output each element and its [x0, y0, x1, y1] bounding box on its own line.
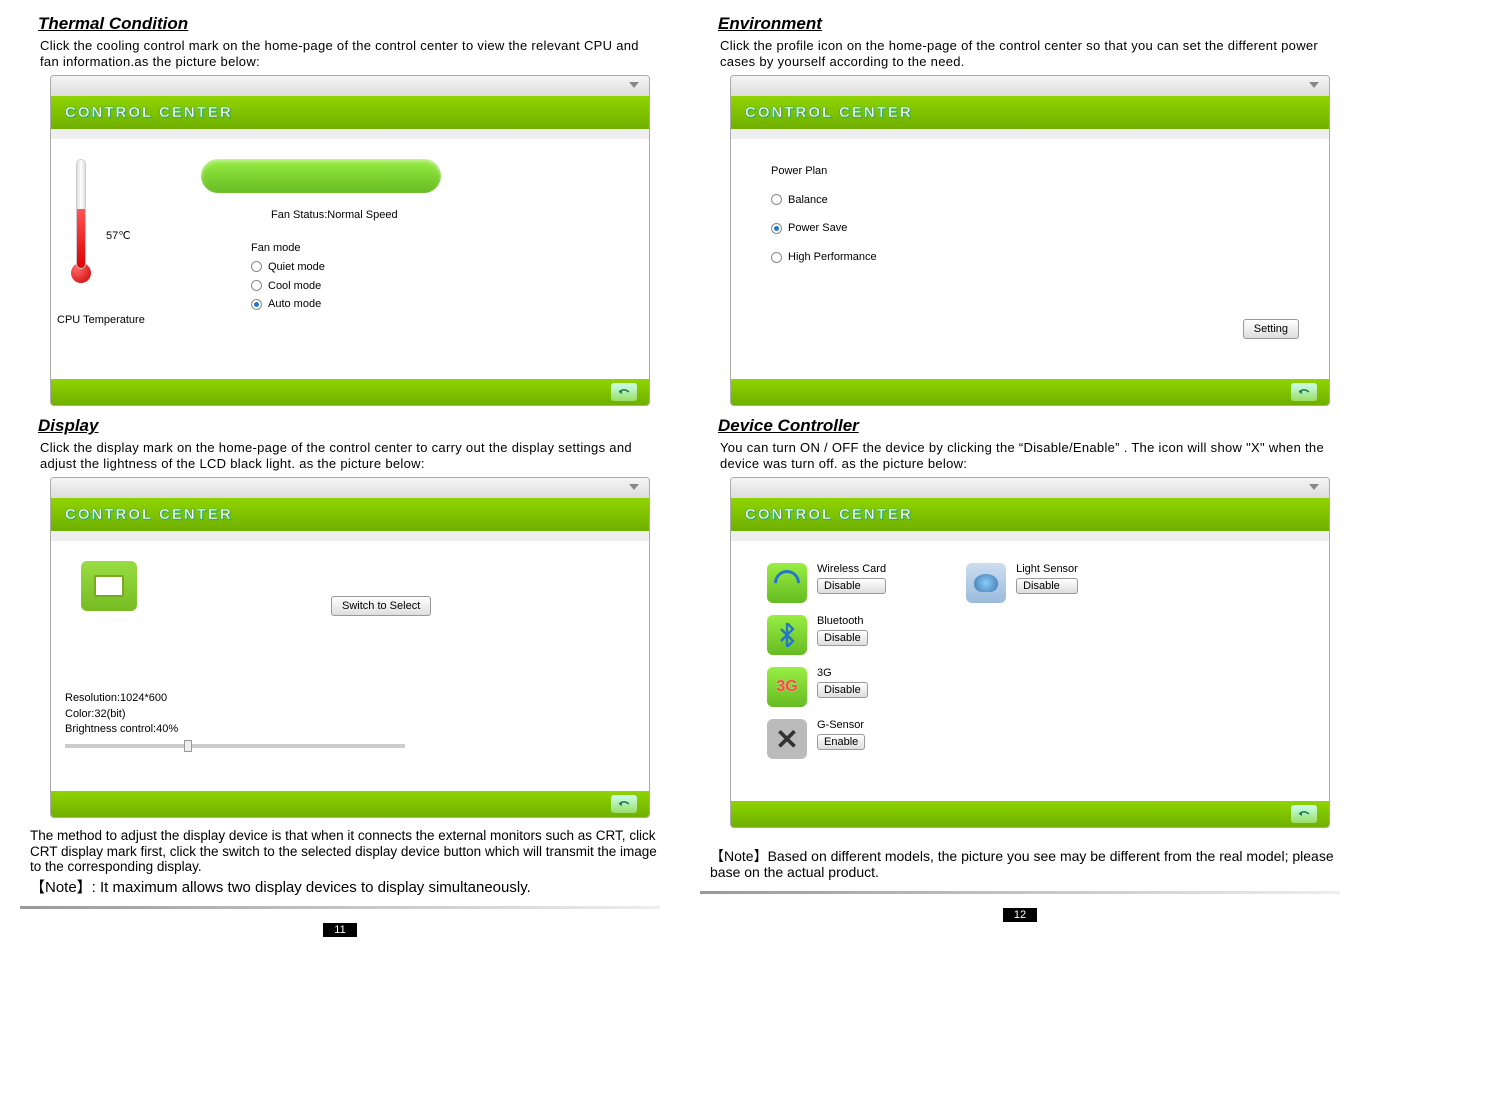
back-button[interactable]: [611, 795, 637, 813]
cpu-temp-label: CPU Temperature: [57, 314, 145, 326]
power-plan-label: Power Plan: [771, 157, 877, 186]
gsensor-toggle-button[interactable]: Enable: [817, 734, 865, 750]
wireless-toggle-button[interactable]: Disable: [817, 578, 886, 594]
device-controller-title: Device Controller: [718, 416, 1340, 436]
page-number: 12: [1003, 908, 1037, 922]
setting-button[interactable]: Setting: [1243, 319, 1299, 339]
light-sensor-icon: [966, 563, 1006, 603]
3g-toggle-button[interactable]: Disable: [817, 682, 868, 698]
radio-cool[interactable]: [251, 280, 262, 291]
power-plan-group: Power Plan Balance Power Save High Perfo…: [771, 157, 877, 271]
fan-graphic: [201, 159, 441, 193]
radio-quiet[interactable]: [251, 261, 262, 272]
control-center-banner: CONTROL CENTER: [51, 96, 649, 129]
light-sensor-label: Light Sensor: [1016, 563, 1078, 575]
display-window: CONTROL CENTER Switch to Select Resoluti…: [50, 477, 650, 818]
thermometer-icon: [71, 159, 91, 283]
radio-balance[interactable]: [771, 194, 782, 205]
light-sensor-toggle-button[interactable]: Disable: [1016, 578, 1078, 594]
device-controller-desc: You can turn ON / OFF the device by clic…: [720, 440, 1340, 471]
environment-window: CONTROL CENTER Power Plan Balance Power …: [730, 75, 1330, 406]
device-window: CONTROL CENTER Wireless Card Disable: [730, 477, 1330, 828]
brightness-label: Brightness control:40%: [65, 722, 405, 737]
window-titlebar: [51, 478, 649, 498]
thermal-title: Thermal Condition: [38, 14, 660, 34]
display-note: 【Note】: It maximum allows two display de…: [30, 879, 660, 896]
gsensor-label: G-Sensor: [817, 719, 865, 731]
3g-label: 3G: [817, 667, 868, 679]
wireless-icon: [767, 563, 807, 603]
window-titlebar: [731, 478, 1329, 498]
brightness-slider[interactable]: [65, 744, 405, 748]
radio-high-perf[interactable]: [771, 252, 782, 263]
temp-value: 57℃: [106, 229, 131, 242]
control-center-banner: CONTROL CENTER: [731, 96, 1329, 129]
radio-auto[interactable]: [251, 299, 262, 310]
window-titlebar: [731, 76, 1329, 96]
display-method-text: The method to adjust the display device …: [30, 828, 660, 875]
bluetooth-icon: [767, 615, 807, 655]
fan-mode-group: Fan mode Quiet mode Cool mode Auto mode: [251, 239, 325, 314]
bluetooth-toggle-button[interactable]: Disable: [817, 630, 868, 646]
window-titlebar: [51, 76, 649, 96]
laptop-icon[interactable]: [81, 561, 137, 611]
page-11: Thermal Condition Click the cooling cont…: [20, 10, 660, 937]
fan-status-label: Fan Status:Normal Speed: [271, 209, 398, 221]
page-number: 11: [323, 923, 357, 937]
fan-mode-label: Fan mode: [251, 239, 325, 258]
thermal-desc: Click the cooling control mark on the ho…: [40, 38, 660, 69]
back-button[interactable]: [1291, 383, 1317, 401]
bluetooth-label: Bluetooth: [817, 615, 868, 627]
dropdown-icon[interactable]: [629, 82, 639, 88]
display-desc: Click the display mark on the home-page …: [40, 440, 660, 471]
wireless-label: Wireless Card: [817, 563, 886, 575]
environment-desc: Click the profile icon on the home-page …: [720, 38, 1340, 69]
environment-title: Environment: [718, 14, 1340, 34]
back-button[interactable]: [1291, 805, 1317, 823]
dropdown-icon[interactable]: [629, 484, 639, 490]
gsensor-icon: [767, 719, 807, 759]
color-label: Color:32(bit): [65, 707, 405, 722]
control-center-banner: CONTROL CENTER: [51, 498, 649, 531]
page-12: Environment Click the profile icon on th…: [700, 10, 1340, 937]
control-center-banner: CONTROL CENTER: [731, 498, 1329, 531]
back-button[interactable]: [611, 383, 637, 401]
display-title: Display: [38, 416, 660, 436]
switch-to-select-button[interactable]: Switch to Select: [331, 596, 431, 616]
resolution-label: Resolution:1024*600: [65, 691, 405, 706]
radio-power-save[interactable]: [771, 223, 782, 234]
3g-icon: 3G: [767, 667, 807, 707]
dropdown-icon[interactable]: [1309, 484, 1319, 490]
device-note: 【Note】Based on different models, the pic…: [710, 848, 1340, 880]
thermal-window: CONTROL CENTER 57℃ CPU Temperature Fan S…: [50, 75, 650, 406]
dropdown-icon[interactable]: [1309, 82, 1319, 88]
